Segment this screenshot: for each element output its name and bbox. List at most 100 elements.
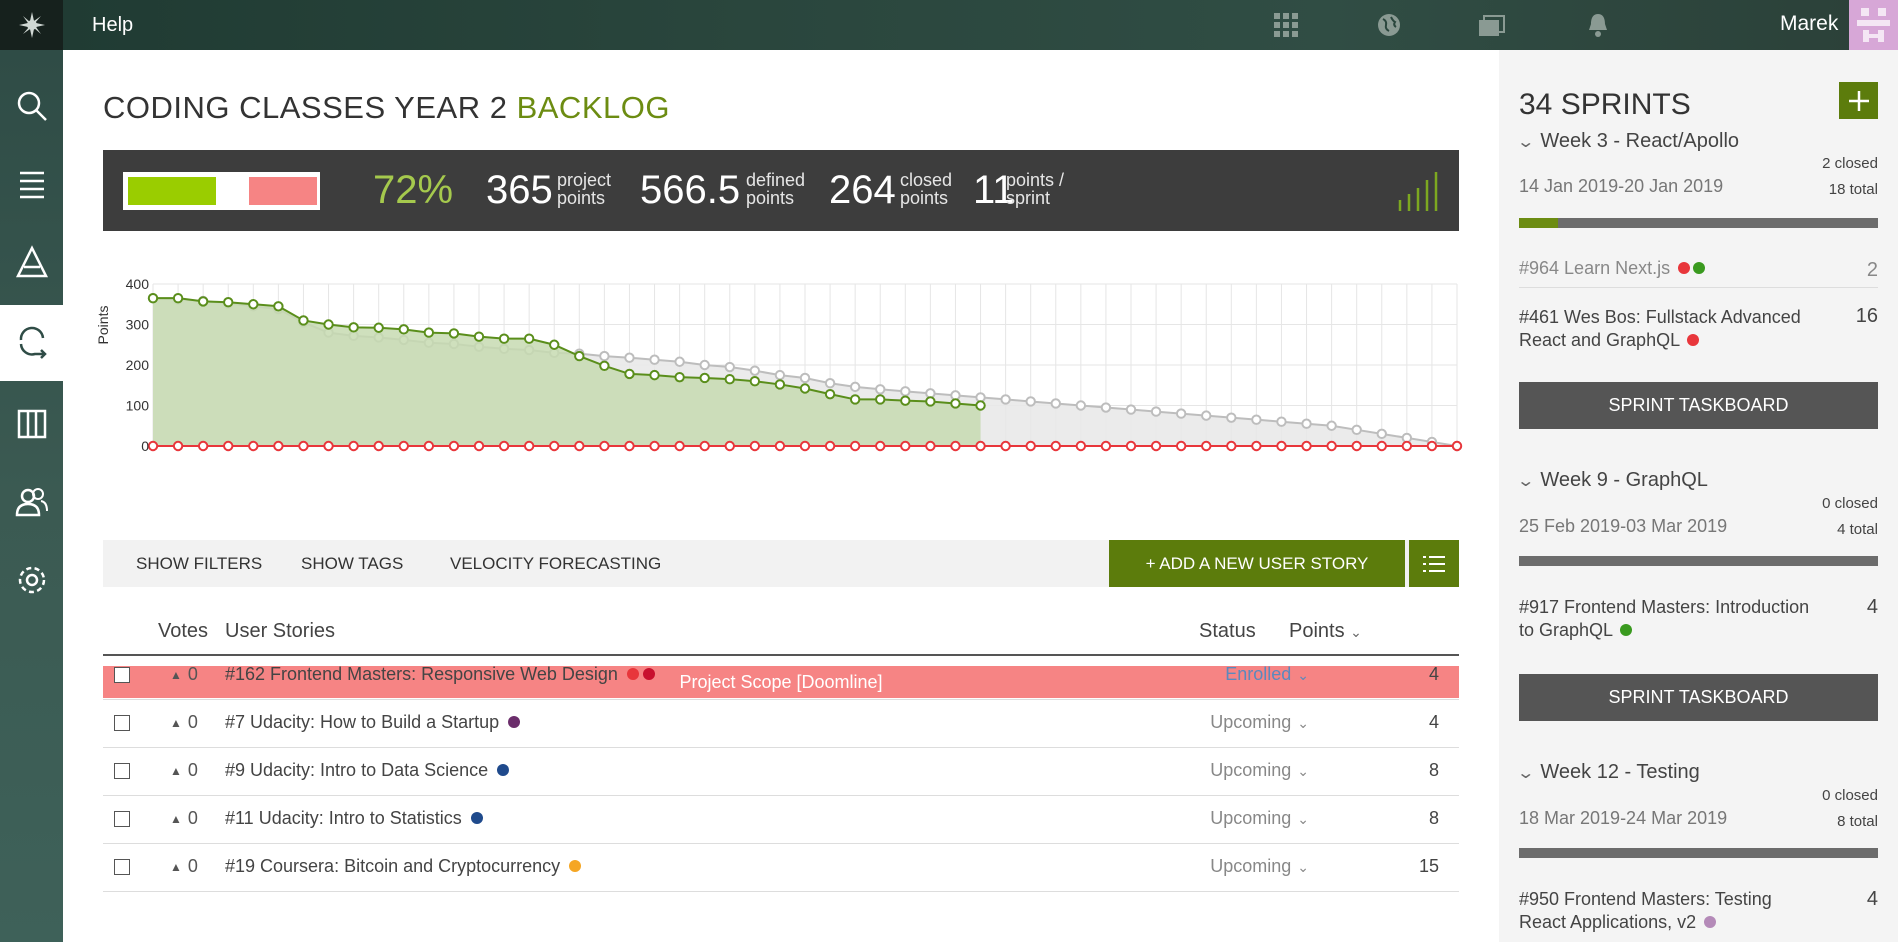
vote-button[interactable]: ▲ 0 bbox=[170, 856, 198, 877]
sprint-story-points[interactable]: 4 bbox=[1867, 888, 1878, 911]
closed-point[interactable] bbox=[774, 379, 786, 390]
tag-dot-icon[interactable] bbox=[642, 668, 655, 680]
tag-dot-icon[interactable] bbox=[1678, 262, 1691, 274]
tag-dot-icon[interactable] bbox=[470, 812, 483, 824]
folders-icon[interactable] bbox=[1478, 11, 1506, 39]
col-votes-header[interactable]: Votes bbox=[158, 620, 208, 643]
doomline-point[interactable] bbox=[523, 440, 535, 452]
doomline-point[interactable] bbox=[875, 440, 886, 452]
sprint-story[interactable]: #917 Frontend Masters: Introduction to G… bbox=[1519, 596, 1819, 642]
tag-dot-icon[interactable] bbox=[1704, 916, 1717, 928]
closed-point[interactable] bbox=[950, 398, 961, 409]
upvote-arrow-icon[interactable]: ▲ bbox=[170, 764, 182, 778]
status-dropdown[interactable]: Upcoming ⌄ bbox=[1210, 808, 1309, 829]
story-points[interactable]: 15 bbox=[1419, 856, 1439, 877]
sprint-story-points[interactable]: 16 bbox=[1856, 305, 1878, 328]
doomline-point[interactable] bbox=[774, 440, 786, 452]
projected-point[interactable] bbox=[1251, 414, 1262, 425]
doomline-point[interactable] bbox=[1376, 440, 1387, 452]
table-row[interactable]: ▲ 0 #19 Coursera: Bitcoin and Cryptocurren… bbox=[103, 844, 1459, 892]
projected-point[interactable] bbox=[1226, 412, 1237, 423]
closed-point[interactable] bbox=[925, 396, 936, 407]
doomline-point[interactable] bbox=[172, 440, 184, 452]
doomline-point[interactable] bbox=[649, 440, 660, 452]
projected-point[interactable] bbox=[749, 365, 761, 376]
closed-point[interactable] bbox=[875, 394, 886, 405]
closed-point[interactable] bbox=[373, 322, 384, 333]
tag-dot-icon[interactable] bbox=[1693, 262, 1706, 274]
story-points[interactable]: 4 bbox=[1429, 712, 1439, 733]
doomline-point[interactable] bbox=[248, 440, 259, 452]
projected-point[interactable] bbox=[1125, 404, 1137, 415]
projected-point[interactable] bbox=[624, 352, 635, 363]
doomline-point[interactable] bbox=[1100, 440, 1112, 452]
projected-point[interactable] bbox=[1326, 420, 1337, 431]
row-checkbox[interactable] bbox=[114, 667, 130, 683]
doomline-point[interactable] bbox=[1351, 440, 1362, 452]
projected-point[interactable] bbox=[1201, 410, 1212, 421]
sprint-story[interactable]: #964 Learn Next.js bbox=[1519, 257, 1819, 280]
sprint-story[interactable]: #950 Frontend Masters: Testing React App… bbox=[1519, 888, 1819, 934]
doomline-point[interactable] bbox=[1401, 440, 1413, 452]
doomline-point[interactable] bbox=[498, 440, 510, 452]
sprint-name[interactable]: ⌄ Week 12 - Testing bbox=[1516, 761, 1699, 784]
vote-button[interactable]: ▲ 0 bbox=[170, 808, 198, 829]
closed-point[interactable] bbox=[172, 292, 184, 304]
table-row[interactable]: ▲ 0 #162 Frontend Masters: Responsive Web … bbox=[103, 652, 1459, 700]
tag-dot-icon[interactable] bbox=[569, 860, 582, 872]
story-title[interactable]: #162 Frontend Masters: Responsive Web De… bbox=[225, 664, 655, 685]
doomline-point[interactable] bbox=[1326, 440, 1337, 452]
story-title[interactable]: #9 Udacity: Intro to Data Science bbox=[225, 760, 510, 781]
closed-point[interactable] bbox=[423, 327, 435, 338]
projected-point[interactable] bbox=[674, 356, 685, 367]
doomline-point[interactable] bbox=[699, 440, 710, 452]
closed-point[interactable] bbox=[799, 383, 811, 394]
doomline-point[interactable] bbox=[849, 440, 861, 452]
projected-point[interactable] bbox=[799, 372, 811, 384]
closed-point[interactable] bbox=[248, 299, 259, 310]
closed-point[interactable] bbox=[298, 315, 309, 326]
doomline-point[interactable] bbox=[1000, 440, 1011, 452]
table-row[interactable]: ▲ 0 #9 Udacity: Intro to Data Science Upco… bbox=[103, 748, 1459, 796]
row-checkbox[interactable] bbox=[114, 859, 130, 875]
doomline-point[interactable] bbox=[223, 440, 234, 452]
doomline-point[interactable] bbox=[1201, 440, 1212, 452]
doomline-point[interactable] bbox=[1301, 440, 1312, 452]
sidebar-list[interactable] bbox=[0, 149, 63, 219]
closed-point[interactable] bbox=[649, 369, 660, 381]
doomline-point[interactable] bbox=[1050, 440, 1061, 452]
projected-point[interactable] bbox=[875, 384, 886, 395]
sidebar-settings[interactable] bbox=[0, 545, 63, 615]
add-sprint-button[interactable] bbox=[1839, 82, 1878, 119]
col-stories-header[interactable]: User Stories bbox=[225, 620, 335, 643]
story-title[interactable]: #11 Udacity: Intro to Statistics bbox=[225, 808, 483, 829]
bulk-insert-button[interactable] bbox=[1409, 540, 1459, 587]
story-points[interactable]: 8 bbox=[1429, 760, 1439, 781]
tag-dot-icon[interactable] bbox=[497, 764, 510, 776]
doomline-point[interactable] bbox=[925, 440, 936, 452]
closed-point[interactable] bbox=[549, 339, 560, 350]
tag-dot-icon[interactable] bbox=[626, 668, 639, 680]
sidebar-search[interactable] bbox=[0, 71, 63, 141]
table-row[interactable]: ▲ 0 #11 Udacity: Intro to Statistics Upcom… bbox=[103, 796, 1459, 844]
doomline-point[interactable] bbox=[1150, 440, 1162, 452]
col-points-header[interactable]: Points ⌄ bbox=[1289, 620, 1362, 643]
closed-point[interactable] bbox=[624, 368, 635, 380]
status-dropdown[interactable]: Enrolled ⌄ bbox=[1225, 664, 1309, 685]
projected-point[interactable] bbox=[1351, 424, 1362, 436]
doomline-point[interactable] bbox=[147, 440, 159, 452]
projected-point[interactable] bbox=[774, 369, 786, 381]
doomline-point[interactable] bbox=[423, 440, 435, 452]
doomline-point[interactable] bbox=[975, 440, 986, 452]
sidebar-epics[interactable] bbox=[0, 227, 63, 297]
sprint-story-points[interactable]: 4 bbox=[1867, 596, 1878, 619]
projected-point[interactable] bbox=[849, 381, 861, 393]
closed-point[interactable] bbox=[599, 360, 610, 372]
add-user-story-button[interactable]: + ADD A NEW USER STORY bbox=[1109, 540, 1405, 587]
upvote-arrow-icon[interactable]: ▲ bbox=[170, 668, 182, 682]
tag-dot-icon[interactable] bbox=[508, 716, 521, 728]
doomline-point[interactable] bbox=[1226, 440, 1237, 452]
closed-point[interactable] bbox=[147, 292, 159, 304]
avatar[interactable] bbox=[1849, 0, 1898, 50]
projected-point[interactable] bbox=[699, 359, 710, 371]
